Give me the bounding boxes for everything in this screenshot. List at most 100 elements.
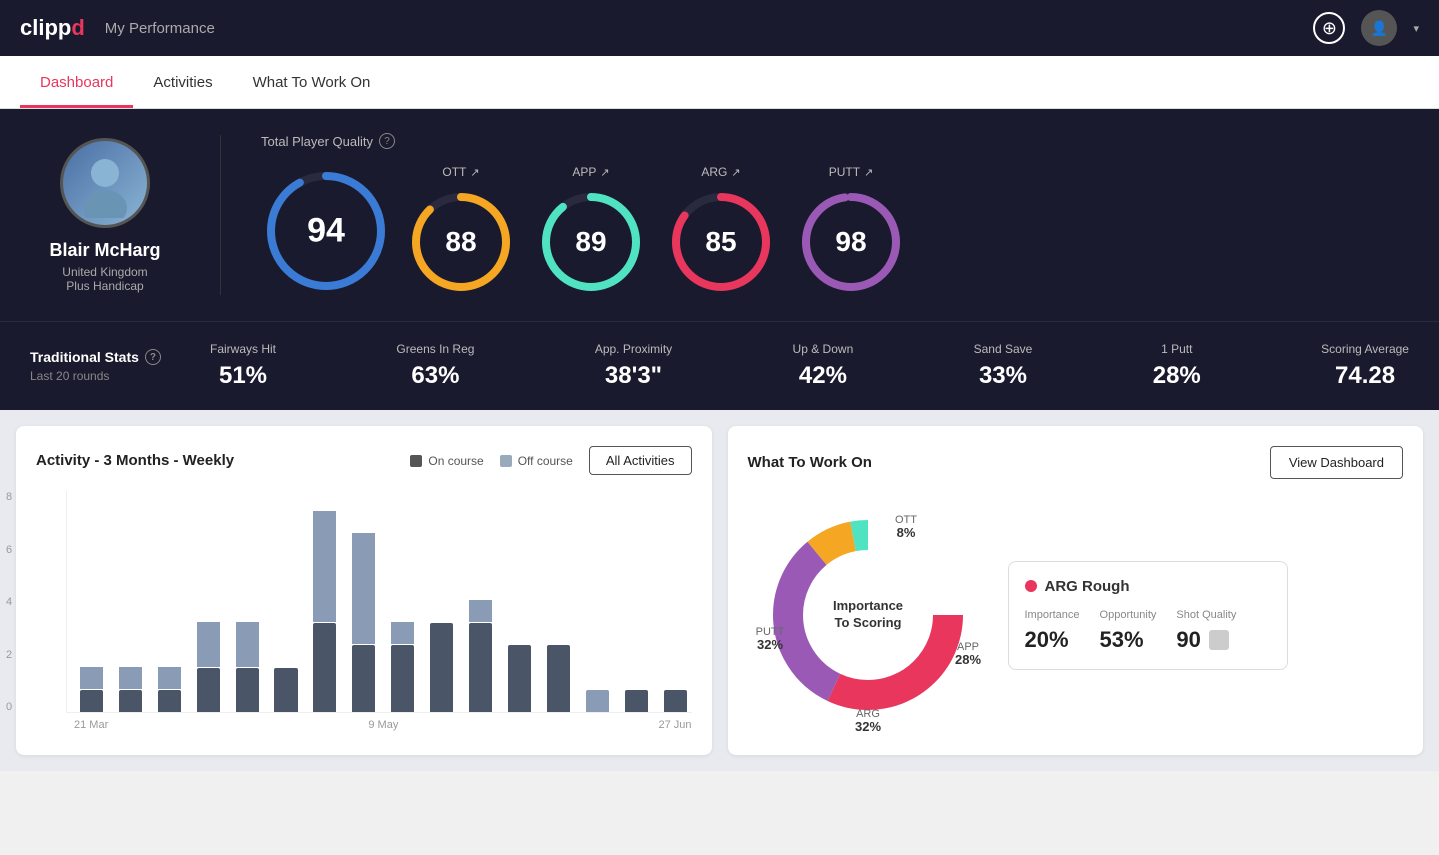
shot-quality-metric: Shot Quality 90 xyxy=(1176,609,1236,653)
logo[interactable]: clippd xyxy=(20,15,85,41)
bar-on-course xyxy=(236,668,259,712)
svg-text:32%: 32% xyxy=(756,637,782,652)
svg-text:8%: 8% xyxy=(896,525,915,540)
quality-label: Total Player Quality ? xyxy=(261,133,1409,149)
bar-off-course xyxy=(80,667,103,689)
header-left: clippd My Performance xyxy=(20,15,215,41)
bar-group xyxy=(231,622,264,712)
bar-off-course xyxy=(352,533,375,644)
stat-updown: Up & Down 42% xyxy=(793,342,854,390)
bar-group xyxy=(659,690,692,712)
bar-on-course xyxy=(158,690,181,712)
bar-off-course xyxy=(197,622,220,666)
ott-value: 88 xyxy=(445,226,476,258)
bar-on-course xyxy=(313,623,336,712)
app-circle: APP ↗ 89 xyxy=(531,165,651,297)
chart-legend: On course Off course xyxy=(410,454,573,468)
bar-group xyxy=(503,645,536,712)
bar-group xyxy=(308,511,341,712)
putt-value: 98 xyxy=(835,226,866,258)
ott-trend-icon: ↗ xyxy=(470,166,479,179)
stat-fairways: Fairways Hit 51% xyxy=(210,342,276,390)
y-axis: 8 6 4 2 0 xyxy=(6,491,12,713)
bar-group xyxy=(581,690,614,712)
total-quality-value: 94 xyxy=(307,212,345,251)
player-avatar xyxy=(60,138,150,228)
view-dashboard-button[interactable]: View Dashboard xyxy=(1270,446,1403,479)
bar-on-course xyxy=(664,690,687,712)
stat-proximity: App. Proximity 38'3" xyxy=(595,342,672,390)
bar-on-course xyxy=(80,690,103,712)
add-button[interactable]: ⊕ xyxy=(1313,12,1345,44)
shot-quality-badge xyxy=(1209,630,1229,650)
player-country: United Kingdom xyxy=(62,265,147,279)
on-course-dot xyxy=(410,455,422,467)
traditional-stats: Traditional Stats ? Last 20 rounds Fairw… xyxy=(0,321,1439,410)
tab-activities[interactable]: Activities xyxy=(133,56,232,108)
bar-group xyxy=(192,622,225,712)
bar-on-course xyxy=(625,690,648,712)
legend-off-course: Off course xyxy=(500,454,573,468)
trad-title: Traditional Stats ? xyxy=(30,349,210,365)
bar-chart-inner xyxy=(66,491,692,713)
player-handicap: Plus Handicap xyxy=(66,279,143,293)
work-content: Importance To Scoring OTT 8% APP 28% ARG… xyxy=(748,495,1404,735)
ott-circle: OTT ↗ 88 xyxy=(401,165,521,297)
logo-text: clippd xyxy=(20,15,85,41)
player-info: Blair McHarg United Kingdom Plus Handica… xyxy=(30,138,180,293)
work-detail-title: ARG Rough xyxy=(1025,578,1271,595)
header: clippd My Performance ⊕ 👤 ▾ xyxy=(0,0,1439,56)
bar-group xyxy=(620,690,653,712)
divider xyxy=(220,135,221,295)
bar-on-course xyxy=(430,623,453,712)
svg-text:Importance: Importance xyxy=(832,598,902,613)
trad-help-icon[interactable]: ? xyxy=(145,349,161,365)
work-detail-card: ARG Rough Importance 20% Opportunity 53%… xyxy=(1008,561,1288,670)
bar-off-course xyxy=(469,600,492,622)
work-card-header: What To Work On View Dashboard xyxy=(748,446,1404,479)
arg-circle: ARG ↗ 85 xyxy=(661,165,781,297)
app-label: APP ↗ xyxy=(572,165,609,179)
stat-sandsave: Sand Save 33% xyxy=(974,342,1033,390)
activity-card: Activity - 3 Months - Weekly On course O… xyxy=(16,426,712,755)
bar-on-course xyxy=(197,668,220,712)
bar-on-course xyxy=(391,645,414,712)
bar-group xyxy=(75,667,108,712)
chevron-down-icon: ▾ xyxy=(1413,22,1419,35)
nav-tabs: Dashboard Activities What To Work On xyxy=(0,56,1439,109)
tab-what-to-work-on[interactable]: What To Work On xyxy=(233,56,391,108)
bar-on-course xyxy=(508,645,531,712)
header-right: ⊕ 👤 ▾ xyxy=(1313,10,1419,46)
bar-on-course xyxy=(274,668,297,712)
stat-items: Fairways Hit 51% Greens In Reg 63% App. … xyxy=(210,342,1409,390)
opportunity-metric: Opportunity 53% xyxy=(1100,609,1157,653)
work-card: What To Work On View Dashboard xyxy=(728,426,1424,755)
trad-label-section: Traditional Stats ? Last 20 rounds xyxy=(30,349,210,383)
off-course-dot xyxy=(500,455,512,467)
trad-subtitle: Last 20 rounds xyxy=(30,369,210,383)
bar-on-course xyxy=(547,645,570,712)
help-icon[interactable]: ? xyxy=(379,133,395,149)
bar-group xyxy=(270,668,303,712)
bar-on-course xyxy=(469,623,492,712)
importance-metric: Importance 20% xyxy=(1025,609,1080,653)
stat-1putt: 1 Putt 28% xyxy=(1153,342,1201,390)
activity-title: Activity - 3 Months - Weekly xyxy=(36,452,234,469)
bar-group xyxy=(542,645,575,712)
bar-off-course xyxy=(119,667,142,689)
bar-on-course xyxy=(119,690,142,712)
bar-group xyxy=(386,622,419,712)
bar-chart: 8 6 4 2 0 21 Mar 9 May 27 Jun xyxy=(36,491,692,731)
header-title: My Performance xyxy=(105,20,215,37)
tab-dashboard[interactable]: Dashboard xyxy=(20,56,133,108)
bar-off-course xyxy=(313,511,336,622)
player-name: Blair McHarg xyxy=(49,240,160,261)
arg-trend-icon: ↗ xyxy=(731,166,740,179)
app-trend-icon: ↗ xyxy=(600,166,609,179)
bar-group xyxy=(153,667,186,712)
total-quality-circle: 94 xyxy=(261,166,391,296)
ott-label: OTT ↗ xyxy=(442,165,479,179)
avatar[interactable]: 👤 xyxy=(1361,10,1397,46)
svg-text:32%: 32% xyxy=(854,719,880,734)
all-activities-button[interactable]: All Activities xyxy=(589,446,692,475)
